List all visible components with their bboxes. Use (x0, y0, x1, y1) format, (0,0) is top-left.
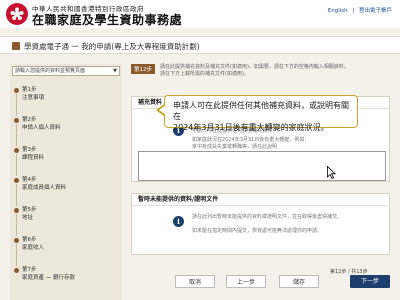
sidebar-step-4[interactable]: 第4步 家庭成員個人資料 (10, 170, 122, 206)
step-name: 申請人個人資料 (22, 125, 61, 131)
pending-docs-heading: 暫時未能提供的資料/證明文件 (132, 194, 389, 206)
pending-note: 請在此列出暫時未能提供的資料或證明文件，並在取得後盡快補交。 (192, 214, 343, 220)
preview-select-label: 請輸入您提供的資料並預覽頁面 (15, 68, 86, 74)
tooltip-line: 申請人可在此提供任何其他補充資料，或說明有關在 (173, 101, 349, 121)
sidebar-step-1[interactable]: 第1步 注意事項 (10, 80, 122, 116)
pending-docs-card: 暫時未能提供的資料/證明文件 i 請在此列出暫時未能提供的資料或證明文件，並在取… (131, 193, 390, 255)
tooltip-line: 2024年3月31日後有重大轉變的家庭狀況。 (173, 123, 329, 132)
bauhinia-emblem-icon (6, 3, 28, 25)
header-links: English | 登出電子帳戶 (325, 6, 392, 14)
supplement-note: 家中有成員失業或轉職等，請在此說明 (192, 144, 278, 150)
sidebar-step-6[interactable]: 第6步 家庭收入 (10, 230, 122, 266)
english-link[interactable]: English (328, 8, 348, 14)
step-description: 請在此提供補充資料及補充文件(如適用)。如需要，請在下方的空格內輸入相關資料。 … (160, 64, 390, 77)
current-step-badge: 第12步 (131, 64, 155, 74)
sidebar-step-7[interactable]: 第7步 家庭資產 — 銀行存款 (10, 260, 122, 290)
step-description-line: 請在下方上載所需的補充文件(如適用)。 (160, 70, 249, 77)
step-dot-icon (14, 88, 19, 93)
info-icon: i (173, 216, 184, 227)
logout-link[interactable]: 登出電子帳戶 (359, 8, 392, 14)
supplement-textarea[interactable] (138, 151, 386, 181)
step-name: 注意事項 (22, 95, 45, 101)
tooltip-arrow-inner (159, 105, 166, 115)
step-name: 家庭資產 — 銀行存款 (22, 275, 75, 281)
save-button[interactable]: 儲存 (279, 275, 319, 288)
step-number: 第5步 (22, 207, 37, 213)
previous-step-button[interactable]: 上一步 (226, 275, 266, 288)
link-divider: | (352, 8, 355, 14)
pending-note: 如未能在指定時間內提交，學資處可能無法處理你的申請。 (192, 228, 323, 234)
sidebar-step-2[interactable]: 第2步 申請人個人資料 (10, 110, 122, 146)
agency-name: 在職家庭及學生資助事務處 (32, 13, 183, 27)
step-dot-icon (14, 178, 19, 183)
step-name: 課程資料 (22, 155, 45, 161)
form-navigation: 取消 上一步 儲存 下一步 (131, 275, 390, 289)
next-step-button[interactable]: 下一步 (350, 275, 390, 288)
step-dot-icon (14, 118, 19, 123)
step-name: 家庭收入 (22, 245, 45, 251)
step-number: 第4步 (22, 177, 37, 183)
step-dot-icon (14, 208, 19, 213)
cancel-button[interactable]: 取消 (175, 275, 215, 288)
help-tooltip: 申請人可在此提供任何其他補充資料，或說明有關在 2024年3月31日後有重大轉變… (156, 95, 358, 132)
step-number: 第6步 (22, 237, 37, 243)
step-dot-icon (14, 268, 19, 273)
step-number: 第1步 (22, 87, 37, 93)
supplement-note: 如家庭狀況在2024年3月31日後有重大轉變，例如： (192, 137, 310, 143)
step-number: 第2步 (22, 117, 37, 123)
step-number: 第3步 (22, 147, 37, 153)
sidebar-step-5[interactable]: 第5步 地址 (10, 200, 122, 236)
page-title-bar: 學資處電子通 一 我的申請(專上及大專程度資助計劃) (0, 36, 400, 54)
step-dot-icon (14, 238, 19, 243)
site-header: 中華人民共和國香港特別行政區政府 在職家庭及學生資助事務處 English | … (0, 0, 400, 28)
chevron-down-icon: ▼ (113, 68, 117, 74)
step-sidebar: 請輸入您提供的資料並預覽頁面 ▼ 第1步 注意事項 第2步 申請人個人資料 第3… (10, 64, 122, 300)
step-progress-indicator: 第12步 / 共13步 (330, 269, 368, 275)
form-icon (12, 42, 20, 50)
step-name: 家庭成員個人資料 (22, 185, 67, 191)
step-dot-icon (14, 148, 19, 153)
mouse-cursor-icon (327, 166, 336, 179)
step-name: 地址 (22, 215, 34, 221)
sidebar-step-3[interactable]: 第3步 課程資料 (10, 140, 122, 176)
preview-select[interactable]: 請輸入您提供的資料並預覽頁面 ▼ (12, 66, 120, 76)
page-title: 學資處電子通 一 我的申請(專上及大專程度資助計劃) (24, 42, 200, 51)
step-number: 第7步 (22, 267, 37, 273)
